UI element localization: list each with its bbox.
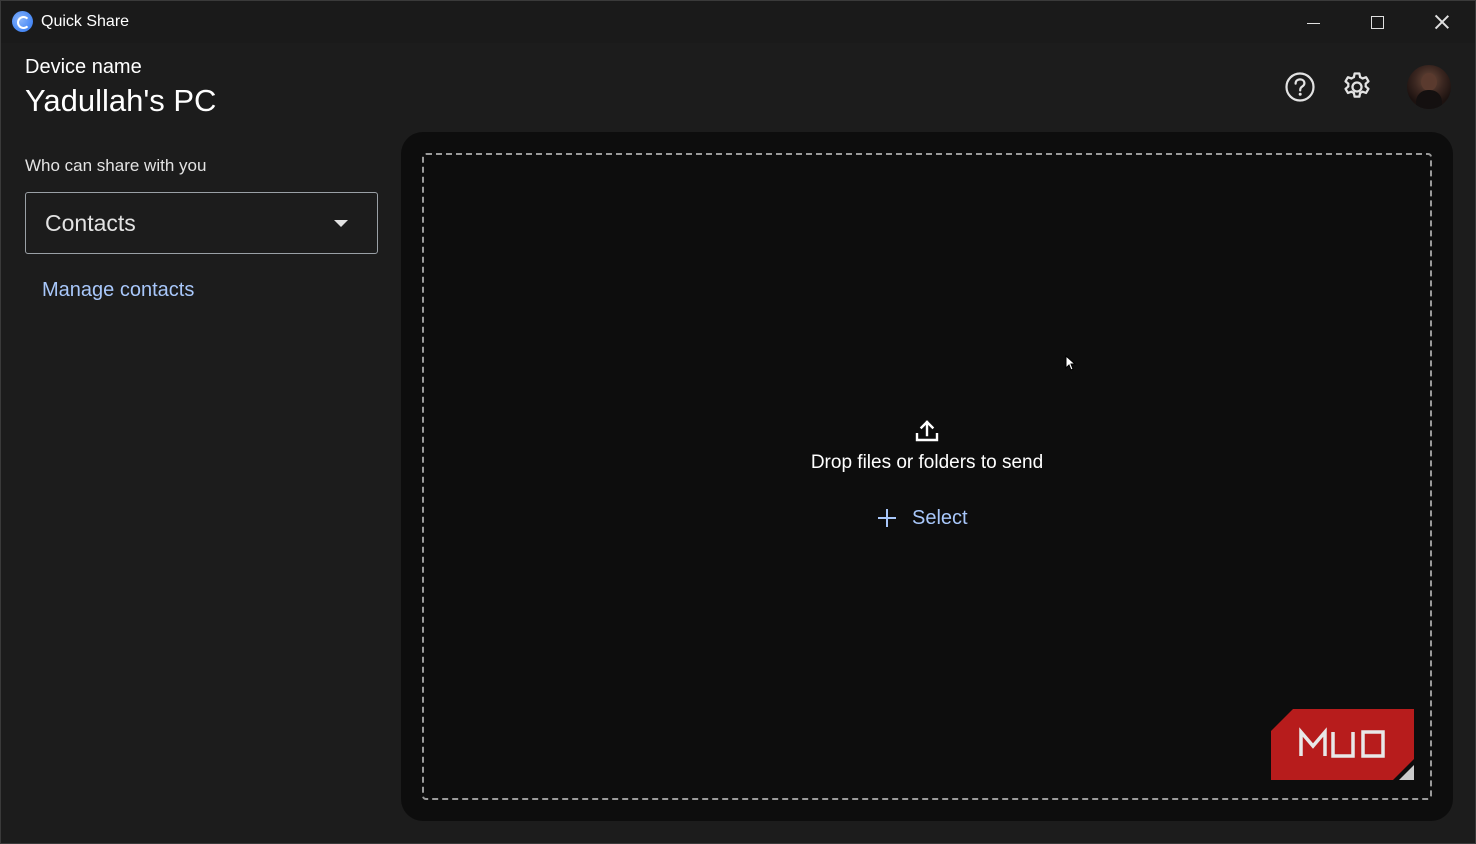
- device-name-label: Device name: [25, 56, 142, 78]
- title-bar[interactable]: Quick Share: [1, 1, 1475, 43]
- minimize-button[interactable]: [1281, 1, 1345, 43]
- muo-watermark-logo: [1271, 709, 1414, 780]
- maximize-icon: [1370, 15, 1384, 29]
- help-icon[interactable]: [1284, 71, 1316, 103]
- quick-share-app-icon: [12, 11, 33, 32]
- select-files-button[interactable]: Select: [878, 502, 978, 534]
- visibility-dropdown-value: Contacts: [45, 210, 136, 236]
- settings-icon[interactable]: [1340, 70, 1374, 104]
- upload-icon: [915, 420, 939, 442]
- minimize-icon: [1306, 22, 1320, 24]
- cursor-icon: [1065, 355, 1077, 371]
- quick-share-window: Quick Share Device name Yadullah's PC Wh…: [0, 0, 1476, 844]
- device-name-value: Yadullah's PC: [25, 83, 217, 118]
- select-files-label: Select: [912, 506, 968, 529]
- who-can-share-label: Who can share with you: [25, 156, 207, 175]
- close-icon: [1434, 14, 1450, 30]
- drop-zone-border: [422, 153, 1432, 800]
- manage-contacts-link[interactable]: Manage contacts: [42, 279, 194, 302]
- plus-icon: [878, 509, 896, 527]
- close-button[interactable]: [1410, 1, 1474, 43]
- visibility-dropdown[interactable]: Contacts: [25, 192, 378, 254]
- drop-zone-panel[interactable]: Drop files or folders to send Select: [401, 132, 1453, 821]
- account-avatar[interactable]: [1407, 65, 1451, 109]
- window-title: Quick Share: [41, 13, 130, 30]
- drop-instructions: Drop files or folders to send: [810, 452, 1044, 473]
- caret-down-icon: [334, 220, 348, 227]
- maximize-button[interactable]: [1345, 1, 1409, 43]
